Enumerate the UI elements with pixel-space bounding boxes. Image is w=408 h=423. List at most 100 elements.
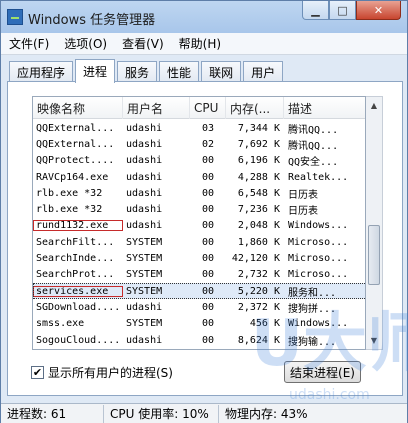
process-row[interactable]: rlb.exe *32 udashi 00 7,236 K 日历表 xyxy=(33,201,365,217)
process-row[interactable]: SearchInde... SYSTEM 00 42,120 K Microso... xyxy=(33,250,365,266)
process-image-name: rlb.exe *32 xyxy=(36,204,103,216)
scroll-up-arrow-icon[interactable]: ▲ xyxy=(366,97,382,114)
process-memory: 1,860 K xyxy=(237,236,280,248)
process-memory: 456 K xyxy=(249,318,280,330)
scroll-down-arrow-icon[interactable]: ▼ xyxy=(366,332,382,349)
tab-services[interactable]: 服务 xyxy=(117,61,158,82)
status-physical-memory: 物理内存: 43% xyxy=(225,407,308,421)
process-memory: 2,372 K xyxy=(237,301,280,313)
column-description[interactable]: 描述 xyxy=(284,97,365,119)
process-cpu: 00 xyxy=(201,285,215,297)
title-bar[interactable]: Windows 任务管理器 ▁ □ ✕ xyxy=(1,1,407,33)
process-row[interactable]: SearchProt... SYSTEM 00 2,732 K Microso... xyxy=(33,267,365,283)
show-all-users-toggle[interactable]: ✔ 显示所有用户的进程(S) xyxy=(31,364,173,381)
column-memory[interactable]: 内存(... xyxy=(226,97,284,119)
process-cpu: 00 xyxy=(201,253,215,265)
column-cpu[interactable]: CPU xyxy=(190,97,226,119)
process-row[interactable]: smss.exe SYSTEM 00 456 K Windows... xyxy=(33,316,365,332)
process-image-name: RAVCp164.exe xyxy=(36,171,109,183)
process-user: udashi xyxy=(126,334,163,346)
process-row[interactable]: SearchFilt... SYSTEM 00 1,860 K Microso... xyxy=(33,234,365,250)
process-user: SYSTEM xyxy=(126,253,163,265)
task-manager-icon xyxy=(7,9,23,25)
menu-options[interactable]: 选项(O) xyxy=(64,35,107,52)
tab-networking[interactable]: 联网 xyxy=(201,61,242,82)
process-memory: 5,220 K xyxy=(237,285,280,297)
processes-panel: 映像名称 用户名 CPU 内存(... 描述 QQExternal... udas… xyxy=(7,81,403,396)
process-user: udashi xyxy=(126,171,163,183)
process-description: Microso... xyxy=(288,236,349,248)
process-row[interactable]: RAVCp164.exe udashi 00 4,288 K Realtek... xyxy=(33,169,365,185)
process-cpu: 00 xyxy=(201,318,215,330)
show-all-users-checkbox[interactable]: ✔ xyxy=(31,366,44,379)
window-title: Windows 任务管理器 xyxy=(28,13,156,28)
process-cpu: 00 xyxy=(201,155,215,167)
process-user: udashi xyxy=(126,122,163,134)
process-user: SYSTEM xyxy=(126,269,163,281)
task-manager-window: Windows 任务管理器 ▁ □ ✕ 文件(F) 选项(O) 查看(V) 帮助… xyxy=(0,0,408,423)
process-description: 腾讯QQ... xyxy=(288,124,339,136)
process-user: SYSTEM xyxy=(126,285,163,297)
process-user: udashi xyxy=(126,204,163,216)
menu-help[interactable]: 帮助(H) xyxy=(179,35,221,52)
process-memory: 42,120 K xyxy=(231,253,280,265)
process-memory: 2,048 K xyxy=(237,220,280,232)
process-user: udashi xyxy=(126,220,163,232)
column-user-name[interactable]: 用户名 xyxy=(123,97,190,119)
process-memory: 6,548 K xyxy=(237,187,280,199)
process-row[interactable]: rund1132.exe udashi 00 2,048 K Windows... xyxy=(33,218,365,234)
process-row[interactable]: SGDownload.... udashi 00 2,372 K 搜狗拼... xyxy=(33,299,365,315)
process-user: udashi xyxy=(126,187,163,199)
menu-bar: 文件(F) 选项(O) 查看(V) 帮助(H) xyxy=(1,33,407,55)
process-description: 腾讯QQ... xyxy=(288,140,339,152)
process-row[interactable]: rlb.exe *32 udashi 00 6,548 K 日历表 xyxy=(33,185,365,201)
tab-processes[interactable]: 进程 xyxy=(75,59,116,83)
minimize-button[interactable]: ▁ xyxy=(302,1,329,20)
process-cpu: 00 xyxy=(201,220,215,232)
process-cpu: 00 xyxy=(201,236,215,248)
process-cpu: 00 xyxy=(201,269,215,281)
process-memory: 6,196 K xyxy=(237,155,280,167)
process-description: Windows... xyxy=(288,220,349,232)
process-image-name: SearchInde... xyxy=(36,253,115,265)
process-memory: 8,624 K xyxy=(237,334,280,346)
process-image-name: QQExternal... xyxy=(36,122,115,134)
process-memory: 7,692 K xyxy=(237,138,280,150)
process-user: SYSTEM xyxy=(126,236,163,248)
tab-strip: 应用程序 进程 服务 性能 联网 用户 xyxy=(9,59,285,83)
process-description: 搜狗拼... xyxy=(288,303,337,315)
process-cpu: 00 xyxy=(201,171,215,183)
process-row[interactable]: services.exe SYSTEM 00 5,220 K 服务和... xyxy=(33,282,365,300)
process-image-name: SearchProt... xyxy=(36,269,115,281)
process-cpu: 00 xyxy=(201,334,215,346)
tab-users[interactable]: 用户 xyxy=(243,61,284,82)
process-description: 日历表 xyxy=(288,189,318,201)
process-user: udashi xyxy=(126,138,163,150)
process-user: udashi xyxy=(126,301,163,313)
column-image-name[interactable]: 映像名称 xyxy=(33,97,123,119)
tab-applications[interactable]: 应用程序 xyxy=(9,61,74,82)
process-row[interactable]: SogouCloud.... udashi 00 8,624 K 搜狗输... xyxy=(33,332,365,348)
tab-performance[interactable]: 性能 xyxy=(159,61,200,82)
process-row[interactable]: QQExternal... udashi 02 7,692 K 腾讯QQ... xyxy=(33,136,365,152)
close-button[interactable]: ✕ xyxy=(356,1,401,20)
end-process-button[interactable]: 结束进程(E) xyxy=(284,361,361,383)
process-image-name: QQProtect.... xyxy=(36,155,115,167)
process-image-name: services.exe xyxy=(33,285,123,297)
status-cpu-usage: CPU 使用率: 10% xyxy=(104,404,219,423)
process-image-name: SearchFilt... xyxy=(36,236,115,248)
process-list-header: 映像名称 用户名 CPU 内存(... 描述 xyxy=(33,97,365,119)
process-memory: 7,236 K xyxy=(237,204,280,216)
process-row[interactable]: QQProtect.... udashi 00 6,196 K QQ安全... xyxy=(33,153,365,169)
process-image-name: smss.exe xyxy=(36,318,85,330)
process-row[interactable]: spoolsv.exeSYSTEM004,980 K后台处... xyxy=(33,348,365,350)
process-list-scrollbar[interactable]: ▲ ▼ xyxy=(366,96,383,350)
menu-view[interactable]: 查看(V) xyxy=(122,35,164,52)
scrollbar-thumb[interactable] xyxy=(368,225,380,285)
menu-file[interactable]: 文件(F) xyxy=(9,35,49,52)
maximize-button[interactable]: □ xyxy=(329,1,356,20)
process-image-name: QQExternal... xyxy=(36,138,115,150)
process-row[interactable]: QQExternal... udashi 03 7,344 K 腾讯QQ... xyxy=(33,120,365,136)
process-description: 后台处... xyxy=(284,349,365,350)
status-process-count: 进程数: 61 xyxy=(1,404,104,423)
